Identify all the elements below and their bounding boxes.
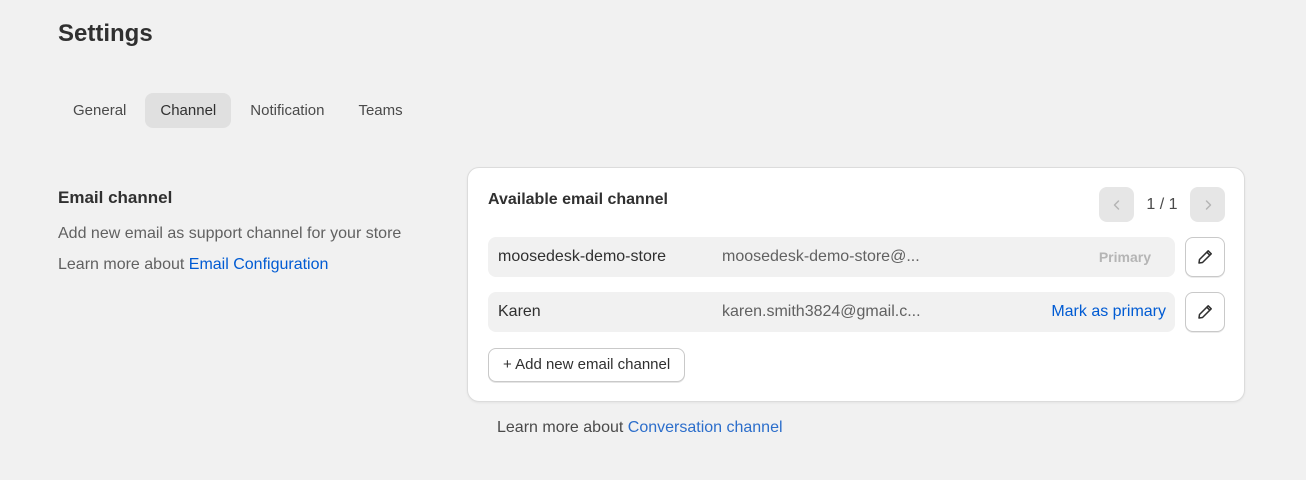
channel-email: moosedesk-demo-store@... — [722, 248, 920, 265]
email-channel-info: Email channel Add new email as support c… — [58, 188, 428, 274]
channel-email: karen.smith3824@gmail.c... — [722, 303, 921, 320]
pencil-icon — [1198, 305, 1212, 319]
tab-channel[interactable]: Channel — [145, 93, 232, 128]
settings-tabs: General Channel Notification Teams — [58, 93, 418, 128]
add-email-channel-button[interactable]: + Add new email channel — [488, 348, 686, 382]
edit-channel-button[interactable] — [1185, 292, 1225, 332]
primary-badge: Primary — [1098, 249, 1151, 265]
prev-page-button[interactable] — [1099, 187, 1134, 222]
next-page-button[interactable] — [1190, 187, 1225, 222]
chevron-right-icon — [1205, 199, 1211, 210]
footer-learn-more: Learn more about Conversation channel — [497, 419, 783, 437]
mark-as-primary-link[interactable]: Mark as primary — [1051, 303, 1166, 321]
channel-name: moosedesk-demo-store — [498, 248, 667, 265]
page-indicator: 1 / 1 — [1146, 195, 1178, 213]
footer-learn-prefix: Learn more about — [497, 419, 624, 436]
card-title: Available email channel — [488, 191, 668, 208]
email-channel-card: Available email channel 1 / 1 moosedesk-… — [467, 167, 1245, 402]
edit-channel-button[interactable] — [1185, 237, 1225, 277]
email-channel-row: Karen karen.smith3824@gmail.c... Mark as… — [488, 292, 1175, 332]
tab-general[interactable]: General — [58, 93, 141, 128]
email-channel-row: moosedesk-demo-store moosedesk-demo-stor… — [488, 237, 1175, 277]
learn-more-line: Learn more about Email Configuration — [58, 256, 428, 274]
section-title: Email channel — [58, 188, 173, 207]
settings-page: Settings General Channel Notification Te… — [0, 0, 1306, 480]
pagination: 1 / 1 — [1099, 187, 1225, 222]
email-configuration-link[interactable]: Email Configuration — [189, 256, 329, 273]
chevron-left-icon — [1113, 199, 1119, 210]
learn-more-prefix: Learn more about — [58, 256, 185, 273]
tab-teams[interactable]: Teams — [343, 93, 417, 128]
conversation-channel-link[interactable]: Conversation channel — [628, 419, 783, 436]
tab-notification[interactable]: Notification — [235, 93, 339, 128]
page-title: Settings — [58, 20, 153, 47]
pencil-icon — [1198, 250, 1212, 264]
channel-name: Karen — [498, 303, 541, 320]
section-description: Add new email as support channel for you… — [58, 225, 402, 242]
